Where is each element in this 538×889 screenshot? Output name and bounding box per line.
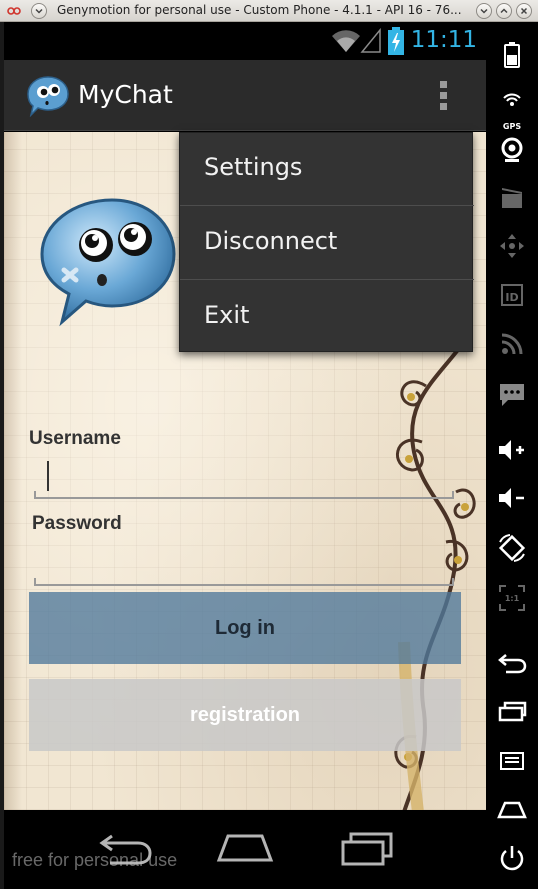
action-bar: MyChat [4, 60, 486, 131]
overflow-menu: Settings Disconnect Exit [179, 132, 474, 354]
wifi-icon [332, 30, 360, 52]
dpad-icon[interactable] [496, 230, 528, 262]
overflow-menu-icon[interactable] [432, 78, 454, 114]
signal-icon [360, 28, 381, 53]
chevron-down-icon [480, 8, 488, 14]
window-title: Genymotion for personal use - Custom Pho… [57, 3, 462, 17]
app-logo-icon[interactable] [26, 75, 70, 117]
password-underline [34, 578, 454, 586]
home-icon[interactable] [216, 830, 274, 866]
close-button[interactable] [516, 3, 532, 19]
mychat-logo-icon [40, 198, 176, 327]
status-bar: 11:11 [4, 22, 486, 60]
navigation-bar: free for personal use [4, 810, 486, 889]
menu-item-settings[interactable]: Settings [180, 133, 474, 206]
username-label: Username [29, 428, 121, 449]
username-field[interactable] [34, 455, 454, 499]
back-icon[interactable] [496, 647, 528, 679]
video-icon[interactable] [496, 182, 528, 214]
gps-icon[interactable] [496, 86, 528, 118]
home-icon[interactable] [496, 793, 528, 825]
registration-button[interactable]: registration [29, 679, 461, 751]
camera-icon[interactable] [496, 134, 528, 166]
sms-icon[interactable] [496, 378, 528, 410]
window-titlebar[interactable]: Genymotion for personal use - Custom Pho… [0, 0, 538, 22]
password-field[interactable] [34, 542, 454, 586]
menu-item-exit[interactable]: Exit [180, 281, 474, 354]
rotate-icon[interactable] [496, 532, 528, 564]
battery-icon[interactable] [496, 38, 528, 70]
window-menu-button[interactable] [31, 3, 47, 19]
device-screen: 11:11 MyChat Username Password Log in re… [4, 22, 486, 889]
rss-icon[interactable] [496, 328, 528, 360]
chevron-down-icon [35, 8, 43, 14]
watermark-text: free for personal use [12, 850, 178, 870]
id-label: ID [505, 291, 519, 304]
power-icon[interactable] [496, 842, 528, 874]
genymotion-window: Genymotion for personal use - Custom Pho… [0, 0, 538, 889]
app-title: MyChat [78, 80, 173, 109]
volume-down-icon[interactable] [496, 482, 528, 514]
menu-item-disconnect[interactable]: Disconnect [180, 207, 474, 280]
app-menu-icon[interactable] [7, 5, 21, 17]
username-underline [34, 491, 454, 499]
recent-apps-icon[interactable] [496, 696, 528, 728]
close-icon [520, 7, 528, 15]
minimize-button[interactable] [476, 3, 492, 19]
volume-up-icon[interactable] [496, 434, 528, 466]
gps-label: GPS [502, 122, 522, 131]
recent-apps-icon[interactable] [339, 830, 395, 866]
chevron-up-icon [500, 8, 508, 14]
maximize-button[interactable] [496, 3, 512, 19]
scale-label: 1:1 [504, 594, 520, 603]
status-time: 11:11 [410, 27, 477, 53]
genymotion-toolbar: GPS ID 1:1 [486, 22, 538, 889]
text-cursor [47, 461, 49, 491]
menu-icon[interactable] [496, 744, 528, 776]
password-label: Password [32, 513, 122, 534]
battery-charging-icon [388, 27, 404, 55]
login-button[interactable]: Log in [29, 592, 461, 664]
